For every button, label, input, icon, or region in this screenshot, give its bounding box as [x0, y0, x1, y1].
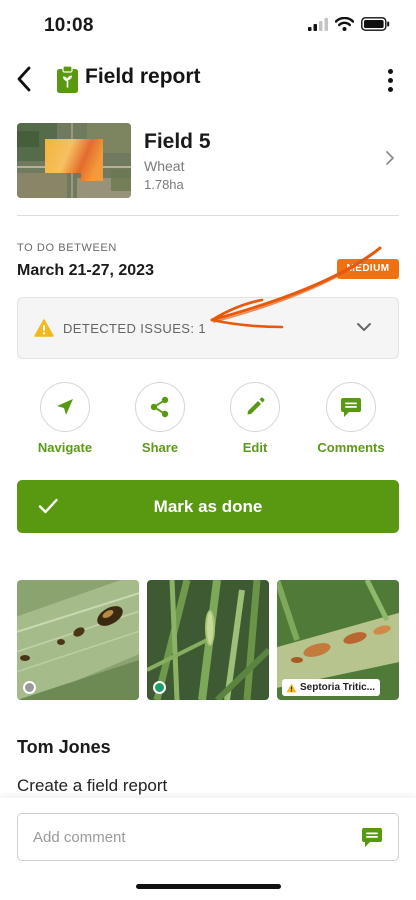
cellular-signal-icon	[308, 17, 328, 31]
comments-label: Comments	[317, 440, 385, 455]
field-card[interactable]: Field 5 Wheat 1.78ha	[17, 122, 399, 200]
mark-as-done-label: Mark as done	[153, 497, 263, 516]
comment-input[interactable]	[17, 813, 399, 861]
field-name: Field 5	[144, 130, 211, 153]
status-bar: 10:08	[0, 0, 416, 52]
photo-thumbnail[interactable]	[17, 580, 139, 700]
share-icon	[150, 396, 169, 418]
priority-badge: MEDIUM	[337, 259, 399, 279]
status-time: 10:08	[44, 15, 94, 36]
field-area: 1.78ha	[144, 177, 184, 192]
edit-button[interactable]: Edit	[210, 382, 300, 455]
photo-thumbnail[interactable]	[147, 580, 269, 700]
disease-tag: Septoria Tritic...	[282, 679, 381, 696]
home-indicator	[136, 884, 281, 889]
report-author: Tom Jones	[17, 737, 111, 757]
share-label: Share	[141, 440, 179, 455]
back-button[interactable]	[10, 64, 38, 94]
detected-issues-dropdown[interactable]: DETECTED ISSUES: 1	[17, 297, 399, 359]
page-title: Field report	[85, 65, 201, 88]
comment-icon	[341, 397, 361, 417]
send-comment-icon[interactable]	[361, 827, 383, 848]
detected-issues-label: DETECTED ISSUES: 1	[63, 321, 207, 336]
warning-icon	[286, 683, 297, 692]
navigate-arrow-icon	[57, 399, 73, 415]
back-arrow-icon	[17, 66, 31, 92]
field-crop: Wheat	[144, 158, 185, 174]
action-row: Navigate Share Edit Comments	[17, 382, 399, 462]
app-header: Field report	[0, 52, 416, 108]
pencil-icon	[247, 397, 265, 415]
photo-gallery: Septoria Tritic...	[17, 580, 399, 700]
field-satellite-thumbnail	[17, 123, 131, 198]
todo-dates: March 21-27, 2023	[17, 262, 154, 279]
chevron-right-icon	[386, 151, 394, 165]
photo-thumbnail[interactable]: Septoria Tritic...	[277, 580, 399, 700]
disease-tag-label: Septoria Tritic...	[300, 682, 376, 693]
divider	[17, 215, 399, 216]
photo-status-dot	[153, 681, 166, 694]
more-options-button[interactable]	[380, 65, 400, 95]
navigate-label: Navigate	[37, 440, 93, 455]
field-report-icon	[57, 66, 78, 93]
photo-status-dot	[23, 681, 36, 694]
status-icons	[308, 17, 390, 31]
comment-bar	[0, 798, 416, 900]
mark-as-done-button[interactable]: Mark as done	[17, 480, 399, 533]
report-activity: Create a field report	[17, 776, 168, 795]
chevron-down-icon	[357, 323, 371, 331]
battery-icon	[361, 17, 390, 31]
edit-label: Edit	[242, 440, 268, 455]
navigate-button[interactable]: Navigate	[20, 382, 110, 455]
share-button[interactable]: Share	[115, 382, 205, 455]
comments-button[interactable]: Comments	[306, 382, 396, 455]
more-dots-icon	[387, 68, 393, 74]
todo-label: TO DO BETWEEN	[17, 242, 117, 254]
wifi-icon	[335, 17, 354, 31]
warning-icon	[34, 319, 54, 337]
